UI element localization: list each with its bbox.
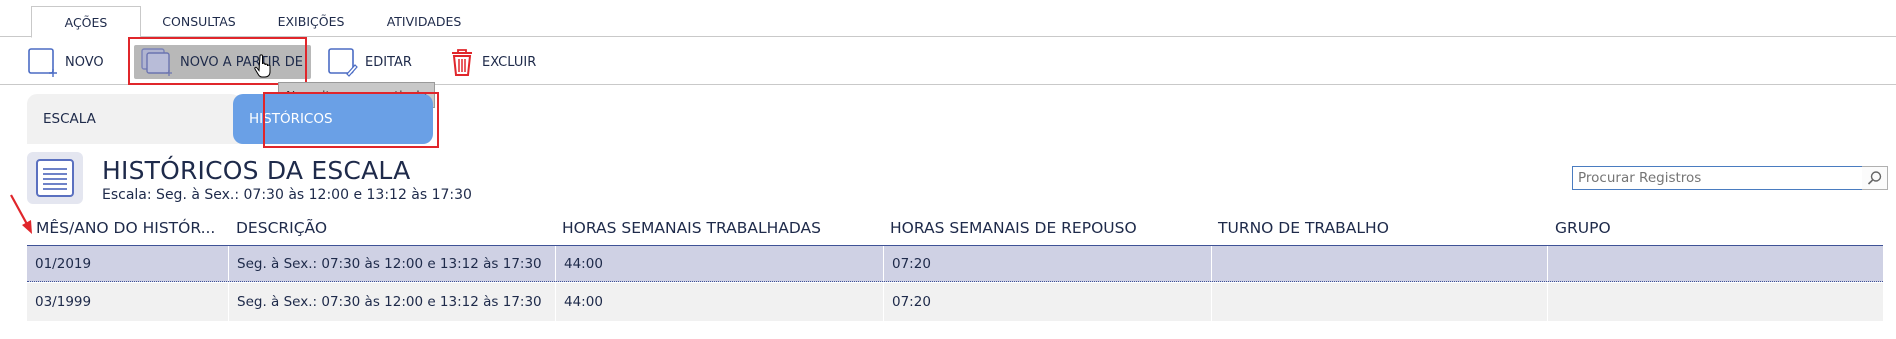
search-input[interactable]: [1572, 166, 1864, 190]
cell-descricao: Seg. à Sex.: 07:30 às 12:00 e 13:12 às 1…: [228, 283, 555, 321]
edit-document-icon: [328, 48, 358, 77]
table-row[interactable]: 01/2019 Seg. à Sex.: 07:30 às 12:00 e 13…: [27, 245, 1883, 282]
cell-mes-ano: 03/1999: [35, 294, 92, 310]
column-header-grupo[interactable]: GRUPO: [1555, 219, 1611, 237]
cell-mes-ano: 01/2019: [35, 255, 92, 272]
search-button[interactable]: [1862, 166, 1888, 190]
cell-horas-trabalhadas: 44:00: [555, 283, 883, 321]
trash-icon: [452, 49, 472, 76]
menu-tab-bar: AÇÕES CONSULTAS EXIBIÇÕES ATIVIDADES: [0, 0, 1896, 38]
page-subtitle: Escala: Seg. à Sex.: 07:30 às 12:00 e 13…: [102, 187, 472, 203]
search-box: [1572, 166, 1888, 190]
cell-grupo: [1547, 246, 1883, 281]
table-row[interactable]: 03/1999 Seg. à Sex.: 07:30 às 12:00 e 13…: [27, 283, 1883, 321]
page-title: HISTÓRICOS DA ESCALA: [102, 156, 411, 185]
cell-horas-trabalhadas: 44:00: [555, 246, 883, 281]
column-header-descricao[interactable]: DESCRIÇÃO: [236, 219, 327, 237]
column-header-turno[interactable]: TURNO DE TRABALHO: [1218, 219, 1389, 237]
tab-acoes[interactable]: AÇÕES: [31, 6, 141, 38]
novo-button[interactable]: NOVO: [27, 45, 104, 79]
annotation-arrow-icon: [10, 194, 32, 234]
editar-label: EDITAR: [365, 54, 412, 70]
subtab-escala[interactable]: ESCALA: [27, 94, 241, 144]
tab-atividades[interactable]: ATIVIDADES: [376, 6, 472, 37]
novo-label: NOVO: [65, 54, 104, 70]
column-header-horas-trabalhadas[interactable]: HORAS SEMANAIS TRABALHADAS: [562, 219, 821, 237]
highlight-box-historicos: [263, 92, 439, 148]
search-icon: [1867, 171, 1881, 185]
column-header-horas-repouso[interactable]: HORAS SEMANAIS DE REPOUSO: [890, 219, 1137, 237]
editar-button[interactable]: EDITAR: [327, 45, 412, 79]
cell-horas-repouso: 07:20: [883, 283, 1211, 321]
excluir-label: EXCLUIR: [482, 54, 537, 70]
tab-exibicoes[interactable]: EXIBIÇÕES: [268, 6, 354, 37]
cell-turno: [1211, 283, 1547, 321]
highlight-box-novo-a-partir: [128, 37, 307, 85]
cell-turno: [1211, 246, 1547, 281]
cell-horas-repouso: 07:20: [883, 246, 1211, 281]
cell-grupo: [1547, 283, 1883, 321]
tab-consultas[interactable]: CONSULTAS: [150, 6, 248, 37]
column-header-mes-ano[interactable]: MÊS/ANO DO HISTÓR...: [36, 219, 215, 237]
cell-descricao: Seg. à Sex.: 07:30 às 12:00 e 13:12 às 1…: [228, 246, 555, 281]
new-document-icon: [28, 48, 57, 77]
hand-cursor-icon: [254, 54, 271, 78]
excluir-button[interactable]: EXCLUIR: [448, 45, 536, 79]
